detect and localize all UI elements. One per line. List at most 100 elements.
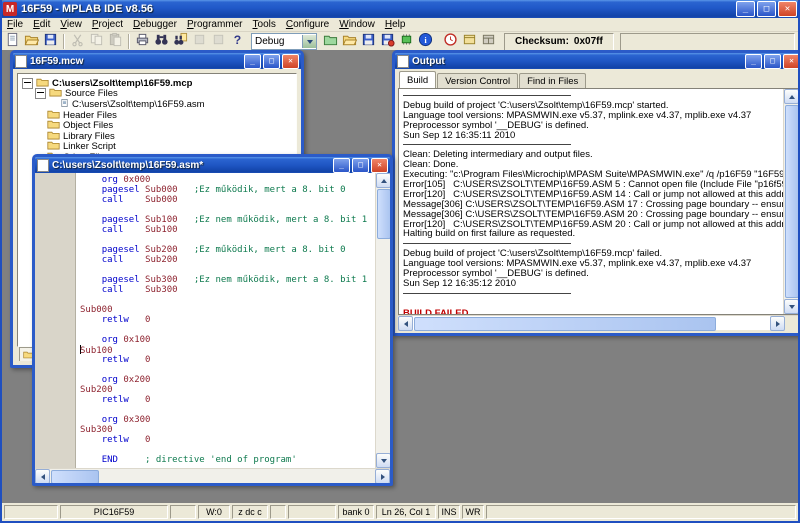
code-line[interactable]: Sub100	[80, 345, 375, 356]
tree-item[interactable]: C:\users\Zsolt\temp\16F59.asm	[20, 99, 294, 110]
tab-build[interactable]: Build	[399, 71, 437, 88]
output-maximize-button[interactable]: □	[764, 53, 781, 69]
help-button[interactable]: ?	[228, 33, 247, 50]
scroll-up-icon[interactable]	[784, 89, 798, 104]
output-vertical-scrollbar[interactable]	[783, 89, 798, 314]
menu-window[interactable]: Window	[334, 19, 380, 30]
tree-item[interactable]: Library Files	[20, 131, 294, 142]
about-info-button[interactable]: i	[416, 32, 435, 50]
code-line[interactable]	[80, 445, 375, 455]
project-window-titlebar[interactable]: 16F59.mcw _ □ ✕	[13, 53, 301, 69]
menu-file[interactable]: File	[2, 19, 28, 30]
menu-configure[interactable]: Configure	[281, 19, 334, 30]
menu-tools[interactable]: Tools	[248, 19, 281, 30]
breakpoints-button[interactable]	[479, 33, 498, 50]
scroll-left-icon[interactable]	[35, 469, 50, 483]
menu-view[interactable]: View	[55, 19, 87, 30]
scrollbar-thumb[interactable]	[414, 317, 716, 331]
title-bar[interactable]: M 16F59 - MPLAB IDE v8.56 _ □ ✕	[0, 0, 800, 18]
project-maximize-button[interactable]: □	[263, 53, 280, 69]
code-line[interactable]: retlw 0	[80, 395, 375, 405]
editor-maximize-button[interactable]: □	[352, 157, 369, 173]
save-file-button[interactable]	[41, 33, 60, 50]
output-window-titlebar[interactable]: Output _ □ ✕	[395, 53, 798, 69]
editor-horizontal-scrollbar[interactable]	[35, 468, 390, 483]
scroll-down-icon[interactable]	[784, 299, 798, 314]
menu-project[interactable]: Project	[87, 19, 128, 30]
code-line[interactable]: Sub200	[80, 385, 375, 395]
code-line[interactable]: org 0x100	[80, 335, 375, 345]
save-workspace-button[interactable]	[359, 33, 378, 50]
code-line[interactable]: retlw 0	[80, 355, 375, 365]
menu-help[interactable]: Help	[380, 19, 411, 30]
code-line[interactable]	[80, 365, 375, 375]
tree-item[interactable]: Header Files	[20, 110, 294, 121]
code-line[interactable]	[80, 325, 375, 335]
menu-programmer[interactable]: Programmer	[182, 19, 248, 30]
code-line[interactable]: call Sub300	[80, 285, 375, 295]
sim-settings-button[interactable]	[460, 33, 479, 50]
program-target-button[interactable]	[397, 33, 416, 50]
maximize-button[interactable]: □	[757, 1, 776, 17]
project-close-button[interactable]: ✕	[282, 53, 299, 69]
scroll-right-icon[interactable]	[375, 469, 390, 483]
code-line[interactable]: org 0x000	[80, 175, 375, 185]
editor-vertical-scrollbar[interactable]	[375, 173, 390, 468]
new-project-button[interactable]	[321, 33, 340, 50]
code-line[interactable]: END ; directive 'end of program'	[80, 455, 375, 465]
tree-item[interactable]: Linker Script	[20, 141, 294, 152]
code-line[interactable]: call Sub200	[80, 255, 375, 265]
code-line[interactable]: retlw 0	[80, 315, 375, 325]
chevron-down-icon[interactable]	[302, 35, 316, 48]
scrollbar-thumb[interactable]	[377, 189, 390, 239]
tree-item[interactable]: Object Files	[20, 120, 294, 131]
code-line[interactable]	[80, 205, 375, 215]
code-line[interactable]	[80, 235, 375, 245]
output-window[interactable]: Output _ □ ✕ Build Version Control Find in…	[392, 50, 798, 336]
code-line[interactable]	[80, 405, 375, 415]
code-line[interactable]: org 0x300	[80, 415, 375, 425]
code-line[interactable]: call Sub000	[80, 195, 375, 205]
code-line[interactable]: Sub300	[80, 425, 375, 435]
build-button[interactable]	[378, 33, 397, 50]
output-build-log[interactable]: Debug build of project 'C:\users\Zsolt\t…	[399, 89, 783, 314]
find-in-files-button[interactable]	[171, 32, 190, 50]
editor-minimize-button[interactable]: _	[333, 157, 350, 173]
menu-edit[interactable]: Edit	[28, 19, 55, 30]
new-file-button[interactable]	[3, 32, 22, 50]
close-button[interactable]: ✕	[778, 1, 797, 17]
scroll-down-icon[interactable]	[376, 453, 390, 468]
build-configuration-select[interactable]: Debug	[251, 33, 317, 50]
code-line[interactable]: pagesel Sub300 ;Ez nem működik, mert a 8…	[80, 275, 375, 285]
code-line[interactable]: pagesel Sub000 ;Ez működik, mert a 8. bi…	[80, 185, 375, 195]
tree-collapse-icon[interactable]	[22, 77, 33, 89]
code-line[interactable]	[80, 265, 375, 275]
scrollbar-thumb[interactable]	[785, 105, 798, 298]
code-line[interactable]: Sub000	[80, 305, 375, 315]
minimize-button[interactable]: _	[736, 1, 755, 17]
output-horizontal-scrollbar[interactable]	[398, 315, 798, 331]
editor-close-button[interactable]: ✕	[371, 157, 388, 173]
code-editor[interactable]: org 0x000 pagesel Sub000 ;Ez működik, me…	[76, 173, 375, 468]
menu-debugger[interactable]: Debugger	[128, 19, 182, 30]
code-line[interactable]: retlw 0	[80, 435, 375, 445]
project-minimize-button[interactable]: _	[244, 53, 261, 69]
open-project-button[interactable]	[340, 33, 359, 50]
code-line[interactable]: call Sub100	[80, 225, 375, 235]
print-button[interactable]	[133, 33, 152, 50]
code-line[interactable]	[80, 295, 375, 305]
scrollbar-thumb[interactable]	[51, 470, 99, 483]
code-line[interactable]: org 0x200	[80, 375, 375, 385]
output-minimize-button[interactable]: _	[745, 53, 762, 69]
scroll-up-icon[interactable]	[376, 173, 390, 188]
scroll-left-icon[interactable]	[398, 316, 413, 331]
code-line[interactable]: pagesel Sub200 ;Ez működik, mert a 8. bi…	[80, 245, 375, 255]
editor-window[interactable]: C:\users\Zsolt\temp\16F59.asm* _ □ ✕ org…	[32, 154, 393, 486]
find-button[interactable]	[152, 33, 171, 50]
open-file-button[interactable]	[22, 33, 41, 50]
editor-window-titlebar[interactable]: C:\users\Zsolt\temp\16F59.asm* _ □ ✕	[35, 157, 390, 173]
stopwatch-button[interactable]	[441, 32, 460, 50]
tab-version-control[interactable]: Version Control	[437, 73, 519, 88]
scroll-right-icon[interactable]	[770, 316, 785, 331]
output-close-button[interactable]: ✕	[783, 53, 798, 69]
